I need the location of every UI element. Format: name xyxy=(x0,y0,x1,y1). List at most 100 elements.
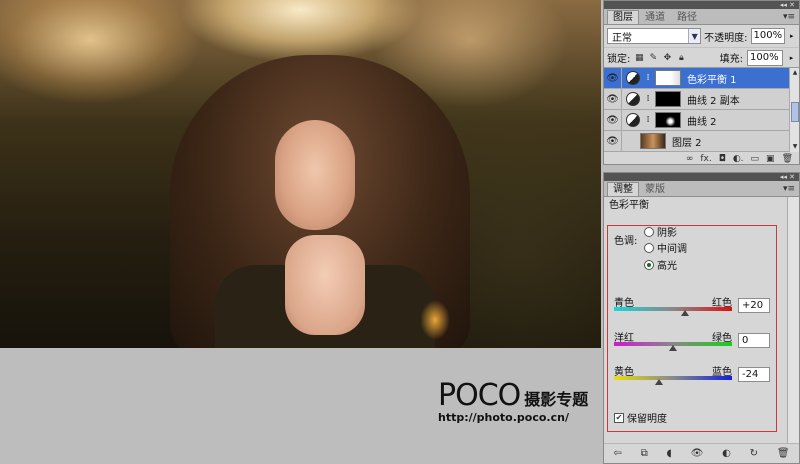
preserve-label[interactable]: 保留明度 xyxy=(627,410,667,425)
layer-mask-thumbnail[interactable] xyxy=(655,112,681,128)
adjust-footer: ⇦ ⧉ ◖ 👁︎ ◐ ↻ 🗑︎ xyxy=(604,443,799,463)
layer-style-icon[interactable]: fx. xyxy=(700,154,711,164)
lock-label: 锁定: xyxy=(607,54,631,65)
return-arrow-icon[interactable]: ⇦ xyxy=(613,448,621,459)
fill-label: 填充: xyxy=(719,54,743,65)
tab-masks[interactable]: 蒙版 xyxy=(639,182,671,196)
blend-mode-select[interactable]: 正常 ▼ xyxy=(607,28,702,44)
tab-adjustments[interactable]: 调整 xyxy=(607,182,639,196)
preserve-checkbox[interactable]: ✔ xyxy=(614,412,624,423)
eye-icon[interactable]: 👁︎ xyxy=(691,448,704,459)
adjust-panel-tabs: 调整 蒙版 ▾≡ xyxy=(604,181,799,197)
link-layers-icon[interactable]: ∞ xyxy=(686,154,694,164)
yellow-blue-slider[interactable]: 黄色 蓝色 xyxy=(614,363,732,385)
tab-layers[interactable]: 图层 xyxy=(607,10,639,24)
layer-name[interactable]: 曲线 2 xyxy=(687,113,717,128)
layer-row-image[interactable]: 👁︎ 图层 2 xyxy=(604,130,799,152)
chevron-down-icon[interactable]: ▼ xyxy=(688,29,701,43)
link-chain-icon[interactable]: ⁞ xyxy=(644,115,652,125)
radio-midtones[interactable]: 中间调 xyxy=(644,240,687,255)
new-group-icon[interactable]: ▭ xyxy=(751,154,760,164)
slider-left-label: 青色 xyxy=(614,298,634,309)
lock-move-icon[interactable]: ✥ xyxy=(662,53,672,63)
radio-button[interactable] xyxy=(644,259,654,270)
yellow-blue-value[interactable]: -24 xyxy=(738,367,770,382)
adjustment-layer-icon xyxy=(626,92,640,106)
layer-name[interactable]: 曲线 2 副本 xyxy=(687,92,740,107)
blend-row: 正常 ▼ 不透明度: 100% ▸ xyxy=(604,25,799,47)
tab-paths[interactable]: 路径 xyxy=(671,10,703,24)
opacity-label: 不透明度: xyxy=(704,32,748,44)
layer-mask-thumbnail[interactable] xyxy=(655,70,681,86)
radio-shadows[interactable]: 阴影 xyxy=(644,224,677,239)
adjustment-layer-icon xyxy=(626,113,640,127)
layer-name[interactable]: 色彩平衡 1 xyxy=(687,71,737,86)
radio-button[interactable] xyxy=(644,226,654,237)
cyan-red-value[interactable]: +20 xyxy=(738,298,770,313)
adjustment-title: 色彩平衡 xyxy=(609,200,649,211)
layer-thumbnail[interactable] xyxy=(640,133,666,149)
clip-layer-icon[interactable]: ⧉ xyxy=(641,448,648,459)
scroll-up-icon[interactable]: ▲ xyxy=(790,68,800,78)
watermark-url: http://photo.poco.cn/ xyxy=(438,411,569,424)
collapse-icon[interactable]: ◂◂ ✕ xyxy=(780,173,795,181)
watermark-tagline: 摄影专题 xyxy=(524,390,589,409)
scroll-down-icon[interactable]: ▼ xyxy=(790,142,800,152)
layer-row-curves[interactable]: 👁︎ ⁞ 曲线 2 xyxy=(604,109,799,131)
layer-row-color-balance[interactable]: 👁︎ ⁞ 色彩平衡 1 xyxy=(604,67,799,89)
layer-row-curves-copy[interactable]: 👁︎ ⁞ 曲线 2 副本 xyxy=(604,88,799,110)
radio-label[interactable]: 阴影 xyxy=(657,224,677,239)
layer-mask-thumbnail[interactable] xyxy=(655,91,681,107)
opacity-input[interactable]: 100% xyxy=(750,28,785,44)
radio-button[interactable] xyxy=(644,242,654,253)
lock-all-icon[interactable]: 🔒︎ xyxy=(676,53,686,63)
fill-dropdown-icon[interactable]: ▸ xyxy=(787,50,796,66)
slider-left-label: 洋红 xyxy=(614,333,634,344)
slider-knob[interactable] xyxy=(680,310,689,316)
delete-layer-icon[interactable]: 🗑︎ xyxy=(782,154,793,164)
fill-input[interactable]: 100% xyxy=(747,49,783,66)
layers-list: 👁︎ ⁞ 色彩平衡 1 👁︎ ⁞ 曲线 2 副本 👁︎ ⁞ 曲线 2 👁︎ 图层… xyxy=(604,67,799,152)
view-previous-icon[interactable]: ◐ xyxy=(722,448,731,459)
slider-knob[interactable] xyxy=(654,379,663,385)
layers-panel: ◂◂ ✕ 图层 通道 路径 ▾≡ 正常 ▼ 不透明度: 100% ▸ 锁定: ▦… xyxy=(603,0,800,165)
magenta-green-slider[interactable]: 洋红 绿色 xyxy=(614,329,732,351)
cyan-red-slider[interactable]: 青色 红色 xyxy=(614,294,732,316)
slider-right-label: 绿色 xyxy=(712,333,732,344)
slider-right-label: 蓝色 xyxy=(712,367,732,378)
link-chain-icon[interactable]: ⁞ xyxy=(644,73,652,83)
layers-scrollbar[interactable]: ▲ ▼ xyxy=(789,68,799,152)
radio-highlights[interactable]: 高光 xyxy=(644,257,677,272)
photo-lens-flare xyxy=(420,300,450,340)
image-canvas[interactable] xyxy=(0,0,601,348)
new-layer-icon[interactable]: ▣ xyxy=(766,154,775,164)
delete-icon[interactable]: 🗑︎ xyxy=(777,448,790,459)
magenta-green-value[interactable]: 0 xyxy=(738,333,770,348)
layer-name[interactable]: 图层 2 xyxy=(672,134,702,149)
opacity-dropdown-icon[interactable]: ▸ xyxy=(788,28,796,44)
panel-menu-icon[interactable]: ▾≡ xyxy=(783,12,795,22)
new-adjustment-icon[interactable]: ◐. xyxy=(733,154,744,164)
radio-label[interactable]: 中间调 xyxy=(657,240,687,255)
adjust-scrollbar[interactable] xyxy=(787,197,799,443)
visibility-eye-icon[interactable]: 👁︎ xyxy=(604,130,622,152)
tab-channels[interactable]: 通道 xyxy=(639,10,671,24)
reset-icon[interactable]: ↻ xyxy=(750,448,758,459)
lock-transparency-icon[interactable]: ▦ xyxy=(634,53,644,63)
preserve-luminosity[interactable]: ✔ 保留明度 xyxy=(614,410,667,425)
visibility-eye-icon[interactable]: 👁︎ xyxy=(604,109,622,131)
adjust-panel-titlebar[interactable]: ◂◂ ✕ xyxy=(604,173,799,181)
collapse-icon[interactable]: ◂◂ ✕ xyxy=(780,1,795,9)
slider-knob[interactable] xyxy=(669,345,677,351)
mask-toggle-icon[interactable]: ◖ xyxy=(667,448,672,459)
visibility-eye-icon[interactable]: 👁︎ xyxy=(604,88,622,110)
scrollbar-thumb[interactable] xyxy=(791,102,799,122)
radio-label[interactable]: 高光 xyxy=(657,257,677,272)
lock-brush-icon[interactable]: ✎ xyxy=(648,53,658,63)
visibility-eye-icon[interactable]: 👁︎ xyxy=(604,67,622,89)
layers-panel-titlebar[interactable]: ◂◂ ✕ xyxy=(604,1,799,9)
add-mask-icon[interactable]: ◘ xyxy=(719,154,726,164)
adjustment-layer-icon xyxy=(626,71,640,85)
panel-menu-icon[interactable]: ▾≡ xyxy=(783,184,795,194)
link-chain-icon[interactable]: ⁞ xyxy=(644,94,652,104)
